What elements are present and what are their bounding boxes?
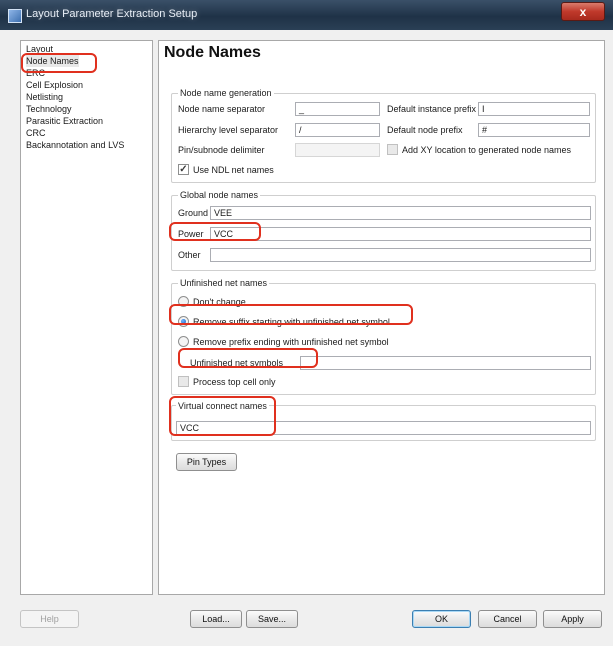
page-title: Node Names bbox=[164, 44, 261, 61]
power-input[interactable]: VCC bbox=[210, 227, 591, 241]
nav-item-erc[interactable]: ERC bbox=[26, 67, 45, 79]
close-button[interactable]: x bbox=[561, 2, 605, 21]
window-title: Layout Parameter Extraction Setup bbox=[26, 8, 198, 20]
global-node-names-group: Global node names Ground VEE Power VCC O… bbox=[171, 190, 596, 271]
group-title-global: Global node names bbox=[178, 190, 261, 200]
ground-input[interactable]: VEE bbox=[210, 206, 591, 220]
group-title-virtual: Virtual connect names bbox=[176, 401, 269, 411]
unfinished-net-names-group: Unfinished net names Don't change Remove… bbox=[171, 278, 596, 395]
add-xy-checkbox[interactable] bbox=[387, 144, 398, 155]
save-button[interactable]: Save... bbox=[246, 610, 298, 628]
node-name-separator-input[interactable]: _ bbox=[295, 102, 380, 116]
default-instance-prefix-input[interactable]: I bbox=[478, 102, 590, 116]
remove-prefix-label: Remove prefix ending with unfinished net… bbox=[193, 337, 389, 347]
app-icon bbox=[8, 9, 22, 23]
hierarchy-separator-label: Hierarchy level separator bbox=[178, 125, 279, 135]
dialog-client: Layout Node Names ERC Cell Explosion Net… bbox=[6, 30, 607, 640]
remove-suffix-label: Remove suffix starting with unfinished n… bbox=[193, 317, 390, 327]
load-button[interactable]: Load... bbox=[190, 610, 242, 628]
pin-subnode-delimiter-input[interactable] bbox=[295, 143, 380, 157]
other-input[interactable] bbox=[210, 248, 591, 262]
help-button[interactable]: Help bbox=[20, 610, 79, 628]
default-instance-prefix-label: Default instance prefix bbox=[387, 104, 477, 114]
nav-item-parasitic-extraction[interactable]: Parasitic Extraction bbox=[26, 115, 103, 127]
pin-subnode-delimiter-label: Pin/subnode delimiter bbox=[178, 145, 265, 155]
unfinished-symbols-input[interactable] bbox=[300, 356, 591, 370]
category-list[interactable]: Layout Node Names ERC Cell Explosion Net… bbox=[20, 40, 153, 595]
group-title-generation: Node name generation bbox=[178, 88, 274, 98]
virtual-connect-input[interactable]: VCC bbox=[176, 421, 591, 435]
nav-item-crc[interactable]: CRC bbox=[26, 127, 46, 139]
nav-item-node-names[interactable]: Node Names bbox=[26, 55, 79, 67]
power-label: Power bbox=[178, 229, 204, 239]
pin-types-button[interactable]: Pin Types bbox=[176, 453, 237, 471]
default-node-prefix-label: Default node prefix bbox=[387, 125, 463, 135]
hierarchy-separator-input[interactable]: / bbox=[295, 123, 380, 137]
node-name-separator-label: Node name separator bbox=[178, 104, 266, 114]
unfinished-symbols-label: Unfinished net symbols bbox=[190, 358, 284, 368]
group-title-unfinished: Unfinished net names bbox=[178, 278, 270, 288]
cancel-button[interactable]: Cancel bbox=[478, 610, 537, 628]
ok-button[interactable]: OK bbox=[412, 610, 471, 628]
settings-panel: Node Names Node name generation Node nam… bbox=[158, 40, 605, 595]
nav-item-cell-explosion[interactable]: Cell Explosion bbox=[26, 79, 83, 91]
default-node-prefix-input[interactable]: # bbox=[478, 123, 590, 137]
ground-label: Ground bbox=[178, 208, 209, 218]
apply-button[interactable]: Apply bbox=[543, 610, 602, 628]
title-bar[interactable]: Layout Parameter Extraction Setup x bbox=[0, 0, 613, 30]
other-label: Other bbox=[178, 250, 201, 260]
nav-item-netlisting[interactable]: Netlisting bbox=[26, 91, 63, 103]
dont-change-label: Don't change bbox=[193, 297, 246, 307]
process-top-checkbox[interactable] bbox=[178, 376, 189, 387]
nav-item-backannotation-lvs[interactable]: Backannotation and LVS bbox=[26, 139, 124, 151]
node-name-generation-group: Node name generation Node name separator… bbox=[171, 88, 596, 183]
remove-prefix-radio[interactable] bbox=[178, 336, 189, 347]
use-ndl-label: Use NDL net names bbox=[193, 165, 274, 175]
nav-item-technology[interactable]: Technology bbox=[26, 103, 72, 115]
dont-change-radio[interactable] bbox=[178, 296, 189, 307]
use-ndl-checkbox[interactable]: ✓ bbox=[178, 164, 189, 175]
virtual-connect-group: Virtual connect names VCC bbox=[171, 401, 596, 441]
remove-suffix-radio[interactable] bbox=[178, 316, 189, 327]
dialog-window: Layout Parameter Extraction Setup x Layo… bbox=[0, 0, 613, 646]
add-xy-label: Add XY location to generated node names bbox=[402, 145, 571, 155]
nav-item-layout[interactable]: Layout bbox=[26, 43, 53, 55]
process-top-label: Process top cell only bbox=[193, 377, 276, 387]
